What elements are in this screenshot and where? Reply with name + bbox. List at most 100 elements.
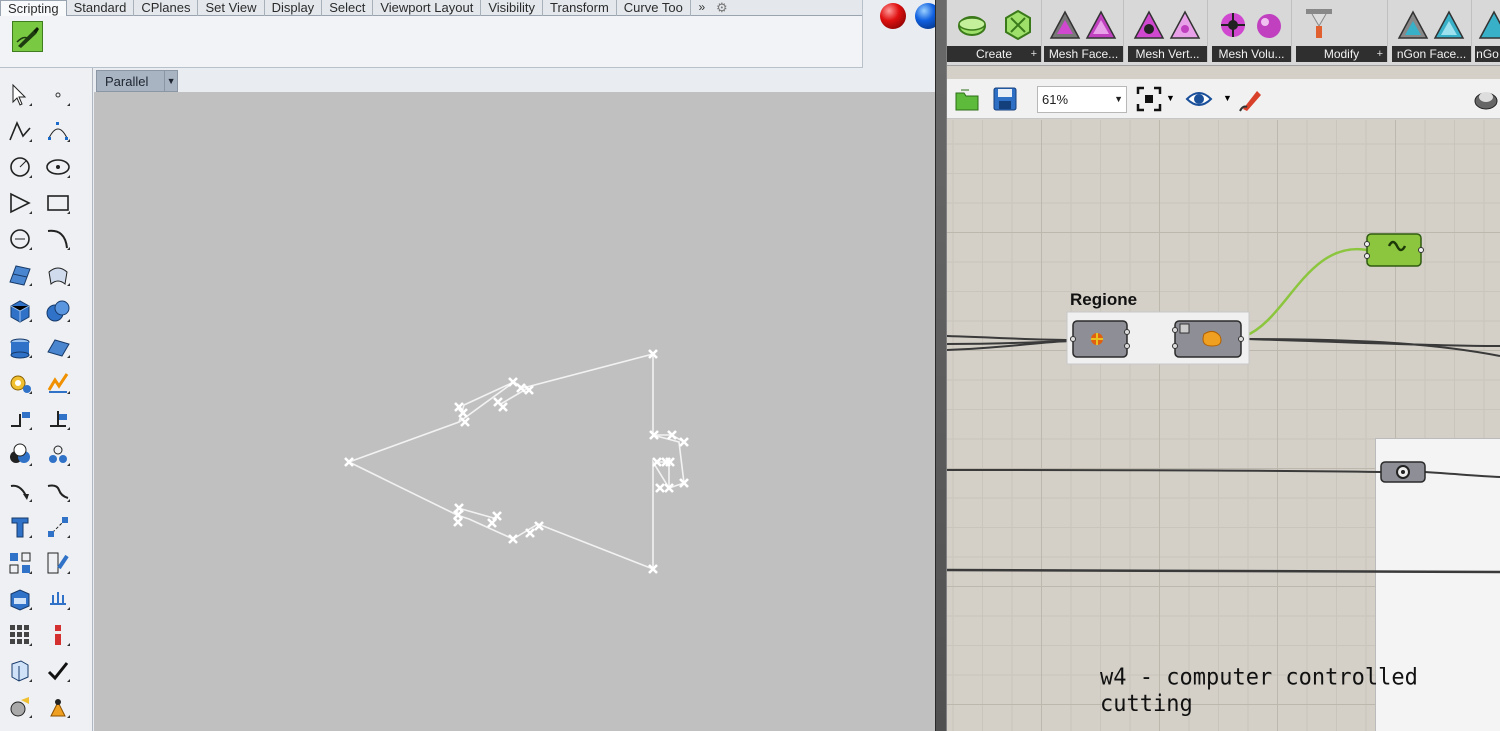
- wire: [947, 335, 1072, 341]
- split-icon[interactable]: [43, 404, 73, 434]
- component-node-2[interactable]: [1172, 320, 1244, 358]
- polyline-icon[interactable]: [5, 116, 35, 146]
- wire: [947, 469, 1382, 473]
- circle-icon[interactable]: [5, 152, 35, 182]
- ribbon-label-mesh-vert: Mesh Vert...: [1128, 46, 1207, 62]
- grid-icon[interactable]: [5, 620, 35, 650]
- mesh-hex-icon[interactable]: [1001, 8, 1035, 42]
- mesh-volume-icon[interactable]: [1216, 8, 1250, 42]
- viewport-label[interactable]: Parallel: [97, 74, 164, 89]
- sketch-pen-icon[interactable]: [1237, 85, 1265, 113]
- control-point-marker[interactable]: [453, 517, 463, 527]
- box-icon[interactable]: [5, 296, 35, 326]
- component-node-1[interactable]: [1070, 320, 1130, 358]
- mesh-face-icon[interactable]: [1048, 8, 1082, 42]
- modify-icon[interactable]: [1302, 6, 1336, 40]
- zoom-extents-icon[interactable]: [1135, 85, 1163, 113]
- boolean-icon[interactable]: [5, 440, 35, 470]
- tab-select[interactable]: Select: [322, 0, 374, 16]
- chevron-down-icon[interactable]: ▼: [1166, 93, 1175, 103]
- curve-icon[interactable]: [43, 224, 73, 254]
- layer-icon[interactable]: [43, 620, 73, 650]
- mesh-create-icon[interactable]: [955, 8, 989, 42]
- display-mode-icon[interactable]: [1472, 85, 1500, 113]
- analyze-icon[interactable]: [5, 656, 35, 686]
- viewport-parallel[interactable]: [94, 92, 935, 731]
- chevron-down-icon[interactable]: ▼: [1223, 93, 1232, 103]
- mesh-vertex-icon[interactable]: [1132, 8, 1166, 42]
- ngon-face-2-icon[interactable]: [1432, 8, 1466, 42]
- ribbon-label-mesh-volume: Mesh Volu...: [1212, 46, 1291, 62]
- text-icon[interactable]: [5, 512, 35, 542]
- control-point-marker[interactable]: [679, 437, 689, 447]
- array-icon[interactable]: [5, 548, 35, 578]
- mesh-volume-2-icon[interactable]: [1252, 8, 1286, 42]
- material-icon[interactable]: [43, 692, 73, 722]
- preview-eye-icon[interactable]: [1185, 85, 1213, 113]
- ribbon-label-mesh-face: Mesh Face...: [1044, 46, 1123, 62]
- plane-icon[interactable]: [43, 332, 73, 362]
- select-arrow-icon[interactable]: [5, 80, 35, 110]
- wire: [947, 568, 1500, 574]
- dimension-icon[interactable]: [43, 512, 73, 542]
- sphere-icon[interactable]: [43, 296, 73, 326]
- tab-set-view[interactable]: Set View: [198, 0, 265, 16]
- extend-icon[interactable]: [5, 404, 35, 434]
- mesh-icon[interactable]: [5, 584, 35, 614]
- grasshopper-canvas[interactable]: Regione: [947, 120, 1500, 731]
- blend-icon[interactable]: [43, 476, 73, 506]
- control-point-marker[interactable]: [498, 402, 508, 412]
- tab-viewport-layout[interactable]: Viewport Layout: [373, 0, 482, 16]
- check-icon[interactable]: [43, 656, 73, 686]
- tab-scripting[interactable]: Scripting: [0, 0, 67, 17]
- control-point-marker[interactable]: [525, 528, 535, 538]
- param-node[interactable]: [1380, 461, 1426, 483]
- ellipse-icon[interactable]: [43, 152, 73, 182]
- arc-icon[interactable]: [5, 188, 35, 218]
- gear-icon[interactable]: ⚙: [713, 0, 731, 15]
- group-icon[interactable]: [43, 440, 73, 470]
- light-icon[interactable]: [5, 692, 35, 722]
- tab-curve-tools[interactable]: Curve Too: [617, 0, 691, 16]
- explode-icon[interactable]: [43, 368, 73, 398]
- control-point-marker[interactable]: [508, 377, 518, 387]
- control-point-marker[interactable]: [344, 457, 354, 467]
- viewport-title[interactable]: Parallel ▼: [96, 70, 178, 92]
- chevron-down-icon[interactable]: ▼: [1114, 94, 1123, 104]
- chevron-down-icon[interactable]: ▼: [164, 71, 177, 91]
- mesh-vertex-2-icon[interactable]: [1168, 8, 1202, 42]
- control-point-marker[interactable]: [655, 483, 665, 493]
- ngon-face-icon[interactable]: [1396, 8, 1430, 42]
- component-node-selected[interactable]: [1364, 233, 1424, 267]
- cylinder-icon[interactable]: [5, 332, 35, 362]
- control-point-marker[interactable]: [460, 417, 470, 427]
- zoom-select[interactable]: 61% ▼: [1037, 86, 1127, 113]
- wire-selected: [1244, 247, 1368, 338]
- tab-visibility[interactable]: Visibility: [481, 0, 544, 16]
- loft-icon[interactable]: [43, 260, 73, 290]
- mesh-face-2-icon[interactable]: [1084, 8, 1118, 42]
- control-point-marker[interactable]: [508, 534, 518, 544]
- tab-cplanes[interactable]: CPlanes: [134, 0, 199, 16]
- script-editor-button[interactable]: [12, 21, 43, 52]
- point-icon[interactable]: [43, 80, 73, 110]
- save-icon[interactable]: [991, 85, 1019, 113]
- control-points-icon[interactable]: [43, 116, 73, 146]
- surface-icon[interactable]: [5, 260, 35, 290]
- zoom-value: 61%: [1042, 92, 1069, 107]
- ngon-icon[interactable]: [1477, 8, 1500, 42]
- render-sphere-red-icon[interactable]: [880, 3, 906, 29]
- tab-transform[interactable]: Transform: [543, 0, 617, 16]
- gear-icon[interactable]: [5, 368, 35, 398]
- open-file-icon[interactable]: [953, 85, 981, 113]
- polygon-icon[interactable]: [5, 224, 35, 254]
- tab-display[interactable]: Display: [265, 0, 323, 16]
- control-point-marker[interactable]: [487, 518, 497, 528]
- window-divider[interactable]: [935, 0, 947, 731]
- rectangle-icon[interactable]: [43, 188, 73, 218]
- transform-icon[interactable]: [43, 548, 73, 578]
- render-icon[interactable]: [43, 584, 73, 614]
- fillet-icon[interactable]: [5, 476, 35, 506]
- tab-standard[interactable]: Standard: [67, 0, 135, 16]
- more-tabs-button[interactable]: »: [691, 0, 713, 15]
